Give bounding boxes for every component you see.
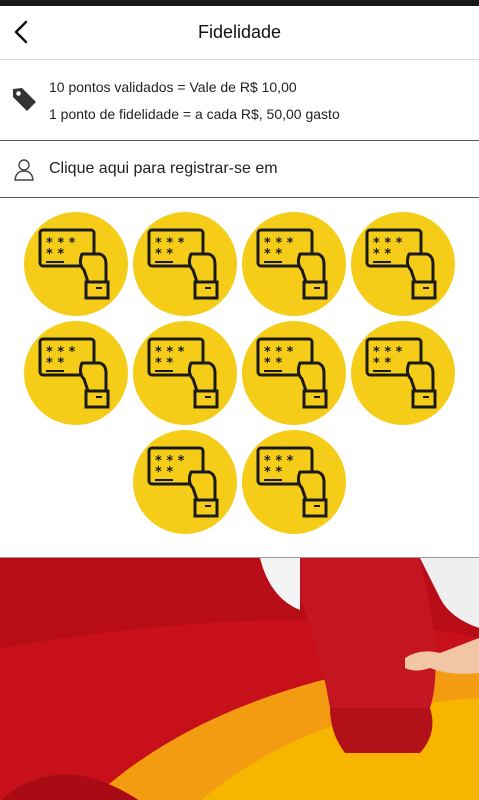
loyalty-card-icon: * * ** * — [147, 337, 219, 409]
loyalty-stamp: * * * * * — [351, 212, 455, 316]
svg-text:* *: * * — [373, 356, 391, 371]
stamp-grid: * * * * * * * * * * * * * * * * * * * * * * * * *… — [0, 198, 479, 556]
svg-text:* *: * * — [155, 465, 173, 480]
loyalty-stamp: * * * * * — [351, 321, 455, 425]
svg-text:* *: * * — [46, 247, 64, 262]
svg-text:* *: * * — [373, 247, 391, 262]
loyalty-card-icon: * * ** * — [147, 228, 219, 300]
loyalty-card-icon: * * ** * — [38, 228, 110, 300]
info-line-vale: 10 pontos validados = Vale de R$ 10,00 — [49, 79, 297, 95]
register-label: Clique aqui para registrar-se em — [49, 160, 278, 177]
loyalty-card-icon: * * ** * — [365, 337, 437, 409]
loyalty-stamp: * * * * * — [24, 212, 128, 316]
svg-text:* *: * * — [264, 247, 282, 262]
svg-text:* *: * * — [264, 356, 282, 371]
user-icon — [14, 159, 34, 181]
app-header: Fidelidade — [0, 6, 479, 60]
svg-text:* *: * * — [264, 465, 282, 480]
tag-icon — [13, 88, 36, 111]
loyalty-card-icon: * * ** * — [256, 446, 328, 518]
loyalty-stamp: * * * * * — [133, 321, 237, 425]
loyalty-stamp: * * * * * — [242, 430, 346, 534]
loyalty-card-icon: * * ** * — [256, 228, 328, 300]
loyalty-card-icon: * * ** * — [38, 337, 110, 409]
page-title: Fidelidade — [197, 22, 282, 42]
loyalty-card-icon: * * ** * — [365, 228, 437, 300]
loyalty-card-icon: * * ** * — [147, 446, 219, 518]
svg-text:* *: * * — [46, 356, 64, 371]
svg-text:* *: * * — [155, 247, 173, 262]
loyalty-stamp: * * * * * — [242, 212, 346, 316]
register-link[interactable]: Clique aqui para registrar-se em — [0, 142, 479, 198]
info-line-ponto: 1 ponto de fidelidade = a cada R$, 50,00… — [49, 106, 340, 122]
promo-banner-image — [0, 557, 479, 800]
loyalty-card-icon: * * ** * — [256, 337, 328, 409]
loyalty-stamp: * * * * * — [133, 212, 237, 316]
svg-text:* *: * * — [155, 356, 173, 371]
loyalty-stamp: * * * * * — [24, 321, 128, 425]
loyalty-info: 10 pontos validados = Vale de R$ 10,00 1… — [0, 61, 479, 141]
loyalty-stamp: * * * * * — [133, 430, 237, 534]
loyalty-stamp: * * * * * — [242, 321, 346, 425]
